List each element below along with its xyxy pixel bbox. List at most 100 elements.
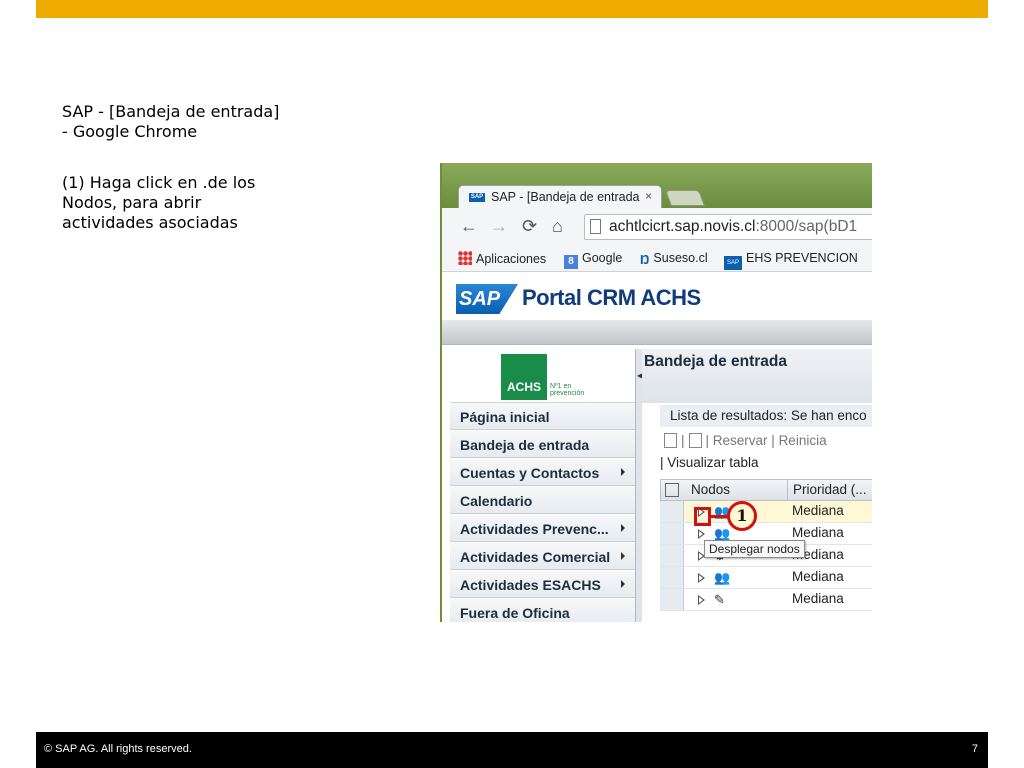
address-bar[interactable]: achtlcicrt.sap.novis.cl:8000/sap(bD1 — [584, 214, 872, 240]
bookmark-suseso[interactable]: Ŋ Suseso.cl — [640, 251, 708, 267]
tab-title: SAP - [Bandeja de entrada — [491, 190, 640, 204]
row-selector[interactable] — [660, 589, 684, 610]
nav-item-act-comercial[interactable]: Actividades Comercial — [450, 543, 635, 570]
bookmark-ehs-label: EHS PREVENCION — [746, 251, 858, 265]
reservar-button[interactable]: Reservar — [713, 433, 768, 448]
bookmark-suseso-label: Suseso.cl — [653, 251, 708, 265]
column-separator — [787, 480, 788, 500]
portal-nav-strip — [442, 320, 872, 345]
nav-item-label: Bandeja de entrada — [460, 437, 590, 453]
navigation-panel: ACHS Nº1 en prevención Página inicial Ba… — [450, 349, 635, 622]
column-header-prioridad[interactable]: Prioridad (... — [793, 482, 867, 497]
table-row[interactable]: ✎ Mediana — [660, 589, 872, 611]
reload-icon[interactable]: ⟳ — [522, 216, 537, 236]
browser-toolbar: ← → ⟳ ⌂ achtlcicrt.sap.novis.cl:8000/sap… — [442, 208, 872, 246]
results-toolbar-2: | Visualizar tabla — [660, 455, 759, 470]
slide-title-line-1: SAP - [Bandeja de entrada] — [62, 102, 280, 121]
submenu-arrow-icon — [621, 580, 625, 588]
bookmark-apps-label: Aplicaciones — [476, 252, 547, 266]
page-icon — [590, 219, 601, 234]
achs-tagline: Nº1 en prevención — [550, 383, 584, 397]
instruction-line-3: actividades asociadas — [62, 213, 238, 232]
edit-note-icon: ✎ — [714, 592, 725, 607]
slide-instruction: (1) Haga click en .de los Nodos, para ab… — [62, 173, 302, 233]
achs-logo-area: ACHS Nº1 en prevención — [450, 349, 635, 403]
browser-tab[interactable]: SAP SAP - [Bandeja de entrada × — [458, 185, 662, 209]
instruction-line-2: Nodos, para abrir — [62, 193, 202, 212]
trash-icon[interactable] — [664, 433, 677, 448]
table-row[interactable]: 👥 Mediana — [660, 501, 872, 523]
visualizar-tabla-button[interactable]: Visualizar tabla — [667, 455, 758, 470]
grid-header: Nodos Prioridad (... — [660, 479, 872, 501]
row-selector[interactable] — [660, 567, 684, 588]
nav-item-calendario[interactable]: Calendario — [450, 487, 635, 514]
bookmark-google[interactable]: 8 Google — [564, 251, 622, 269]
main-title: Bandeja de entrada — [642, 349, 872, 403]
nav-item-bandeja[interactable]: Bandeja de entrada — [450, 431, 635, 458]
row-selector[interactable] — [660, 523, 684, 544]
copyright-text: © SAP AG. All rights reserved. — [44, 743, 192, 755]
tooltip: Desplegar nodos — [704, 540, 805, 558]
results-header: Lista de resultados: Se han enco — [660, 405, 872, 427]
bookmark-ehs[interactable]: SAP EHS PREVENCION — [724, 251, 858, 270]
expand-node-icon[interactable] — [698, 595, 705, 605]
bookmark-apps[interactable]: Aplicaciones — [458, 251, 546, 266]
nav-item-label: Fuera de Oficina — [460, 605, 570, 621]
suseso-icon: Ŋ — [640, 252, 650, 267]
edit-icon[interactable] — [688, 433, 702, 448]
results-toolbar: | | Reservar | Reinicia — [660, 433, 872, 448]
sap-favicon-icon: SAP — [469, 193, 485, 202]
bookmark-google-label: Google — [582, 251, 623, 265]
row-selector[interactable] — [660, 501, 684, 522]
portal-title: Portal CRM ACHS — [522, 285, 701, 310]
expand-node-icon[interactable] — [698, 573, 705, 583]
apps-grid-icon — [458, 251, 472, 265]
bookmarks-bar: Aplicaciones 8 Google Ŋ Suseso.cl SAP EHS P… — [442, 246, 872, 272]
nav-item-label: Actividades ESACHS — [460, 577, 601, 593]
back-arrow-icon[interactable]: ← — [460, 216, 478, 236]
instruction-line-1: (1) Haga click en .de los — [62, 173, 256, 192]
expand-node-icon[interactable] — [698, 529, 705, 539]
home-icon[interactable]: ⌂ — [552, 216, 563, 236]
submenu-arrow-icon — [621, 524, 625, 532]
nav-item-label: Cuentas y Contactos — [460, 465, 600, 481]
footer-bar: © SAP AG. All rights reserved. 7 — [36, 732, 988, 768]
url-host: achtlcicrt.sap.novis.cl — [609, 218, 756, 235]
browser-frame: SAP SAP - [Bandeja de entrada × — [442, 163, 872, 209]
step-callout: 1 — [727, 501, 757, 531]
tree-icon[interactable] — [665, 483, 679, 497]
nav-item-label: Actividades Prevenc... — [460, 521, 609, 537]
forward-arrow-icon[interactable]: → — [490, 216, 508, 236]
new-tab-button[interactable] — [665, 190, 705, 206]
nav-item-act-esachs[interactable]: Actividades ESACHS — [450, 571, 635, 598]
sap-bookmark-icon: SAP — [724, 256, 742, 270]
nav-item-cuentas[interactable]: Cuentas y Contactos — [450, 459, 635, 486]
panel-collapse-handle[interactable]: ◀ — [635, 349, 643, 622]
nav-item-label: Página inicial — [460, 409, 550, 425]
priority-cell: Mediana — [792, 525, 844, 540]
nav-item-label: Calendario — [460, 493, 533, 509]
browser-screenshot: SAP SAP - [Bandeja de entrada × ← → ⟳ ⌂ … — [440, 163, 872, 622]
submenu-arrow-icon — [621, 552, 625, 560]
priority-cell: Mediana — [792, 569, 844, 584]
url-text: achtlcicrt.sap.novis.cl:8000/sap(bD1 — [609, 218, 857, 236]
url-rest: :8000/sap(bD1 — [755, 218, 858, 235]
google-icon: 8 — [564, 255, 578, 269]
priority-cell: Mediana — [792, 591, 844, 606]
submenu-arrow-icon — [621, 468, 625, 476]
column-header-nodos[interactable]: Nodos — [691, 482, 730, 497]
tab-close-icon[interactable]: × — [645, 189, 652, 203]
nav-item-pagina-inicial[interactable]: Página inicial — [450, 403, 635, 430]
people-icon: 👥 — [714, 570, 731, 585]
achs-logo: ACHS — [501, 354, 547, 400]
accent-top-bar — [36, 0, 988, 18]
slide-title-line-2: - Google Chrome — [62, 122, 198, 141]
table-row[interactable]: 👥 Mediana — [660, 567, 872, 589]
reiniciar-button[interactable]: Reinicia — [779, 433, 827, 448]
priority-cell: Mediana — [792, 503, 844, 518]
nav-item-act-prevenc[interactable]: Actividades Prevenc... — [450, 515, 635, 542]
nav-item-fuera-oficina[interactable]: Fuera de Oficina — [450, 599, 635, 622]
nav-item-label: Actividades Comercial — [460, 549, 611, 565]
row-selector[interactable] — [660, 545, 684, 566]
sap-logo: SAP — [456, 284, 518, 314]
